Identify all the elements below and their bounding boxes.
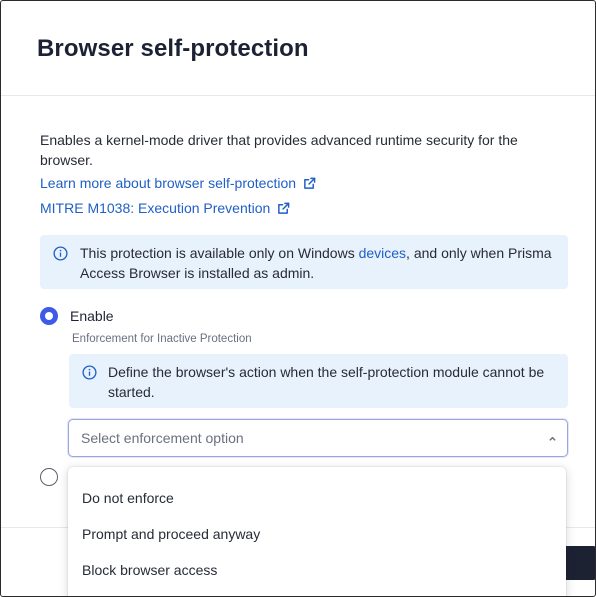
- availability-notice-text: This protection is available only on Win…: [80, 243, 560, 283]
- enforcement-dropdown-menu: Do not enforce Prompt and proceed anyway…: [68, 467, 566, 596]
- enable-label: Enable: [70, 308, 114, 324]
- availability-notice: This protection is available only on Win…: [40, 235, 568, 289]
- option-block-browser-access[interactable]: Block browser access: [82, 562, 217, 578]
- external-link-icon: [304, 177, 316, 189]
- disable-radio[interactable]: [40, 468, 58, 486]
- enable-radio[interactable]: [40, 307, 58, 325]
- enforcement-info-text: Define the browser's action when the sel…: [108, 364, 545, 400]
- option-prompt-and-proceed[interactable]: Prompt and proceed anyway: [82, 526, 260, 542]
- info-circle-icon: [53, 246, 68, 261]
- mitre-link[interactable]: MITRE M1038: Execution Prevention: [40, 200, 290, 216]
- enforcement-label: Enforcement for Inactive Protection: [72, 333, 252, 345]
- learn-more-link[interactable]: Learn more about browser self-protection: [40, 175, 316, 191]
- chevron-up-icon: [549, 436, 556, 441]
- description-text: Enables a kernel-mode driver that provid…: [40, 132, 518, 168]
- option-do-not-enforce[interactable]: Do not enforce: [82, 490, 174, 506]
- enforcement-select[interactable]: Select enforcement option: [68, 419, 568, 457]
- notice-text-before: This protection is available only on Win…: [80, 245, 359, 261]
- dialog-title: Browser self-protection: [37, 35, 309, 62]
- enforcement-info: Define the browser's action when the sel…: [69, 354, 568, 408]
- mitre-link-label: MITRE M1038: Execution Prevention: [40, 200, 271, 216]
- info-circle-icon: [82, 365, 97, 380]
- dialog: Browser self-protection Enables a kernel…: [0, 0, 596, 597]
- learn-more-link-label: Learn more about browser self-protection: [40, 175, 297, 191]
- external-link-icon: [278, 202, 290, 214]
- devices-highlight: devices: [358, 245, 407, 261]
- enforcement-select-placeholder: Select enforcement option: [81, 430, 244, 446]
- dialog-header: Browser self-protection: [1, 1, 595, 96]
